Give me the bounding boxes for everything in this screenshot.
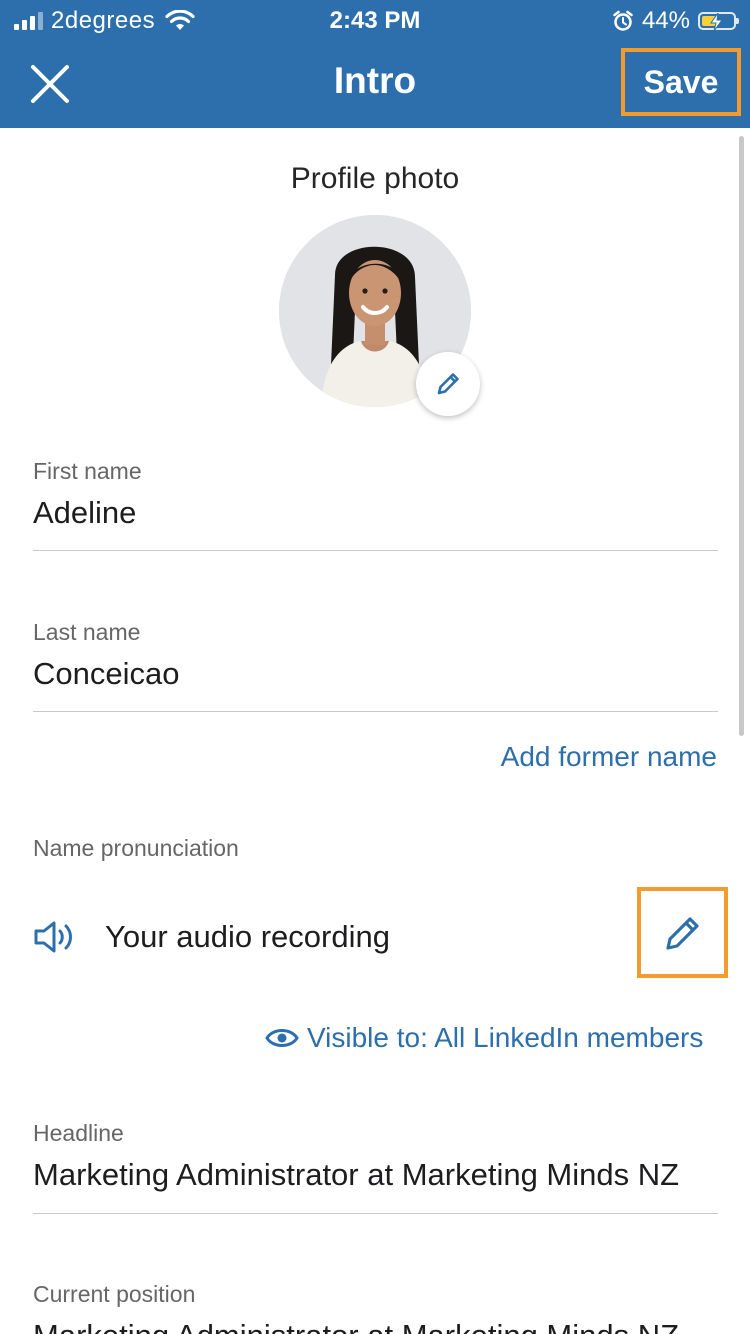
profile-photo-title: Profile photo [290,162,460,195]
intro-form[interactable]: Profile photo First name Adeline Last na… [0,128,750,1334]
alarm-icon [613,10,633,31]
top-bar: 2degrees 2:43 PM 44% Intro Save [0,0,750,128]
nav-bar: Intro Save [0,44,750,128]
first-name-label: First name [33,458,142,484]
photo-edit-button[interactable] [416,352,480,416]
visibility-text: Visible to: All LinkedIn members [307,1022,704,1053]
status-bar: 2degrees 2:43 PM 44% [0,0,750,44]
first-name-divider [33,550,718,551]
headline-input[interactable]: Marketing Administrator at Marketing Min… [33,1157,679,1193]
close-icon[interactable] [30,64,70,104]
edit-audio-button[interactable] [637,887,728,978]
pencil-icon [665,916,699,950]
last-name-label: Last name [33,619,141,645]
pencil-icon [437,373,459,395]
status-right: 44% [612,7,739,34]
current-position-input[interactable]: Marketing Administrator at Marketing Min… [33,1318,679,1334]
headline-divider [33,1213,718,1214]
speaker-icon [34,921,72,953]
visibility-link[interactable]: Visible to: All LinkedIn members [265,1022,703,1054]
save-button[interactable]: Save [621,48,741,116]
last-name-divider [33,711,718,712]
eye-icon [265,1029,299,1047]
first-name-input[interactable]: Adeline [33,495,136,531]
last-name-input[interactable]: Conceicao [33,656,179,692]
headline-label: Headline [33,1120,124,1146]
name-pronunciation-label: Name pronunciation [33,835,239,861]
scrollbar[interactable] [739,136,744,736]
add-former-name-link[interactable]: Add former name [501,741,717,773]
current-position-label: Current position [33,1281,196,1307]
battery-percent: 44% [641,7,690,34]
battery-charging-icon [698,12,739,31]
audio-recording-text: Your audio recording [105,919,390,954]
